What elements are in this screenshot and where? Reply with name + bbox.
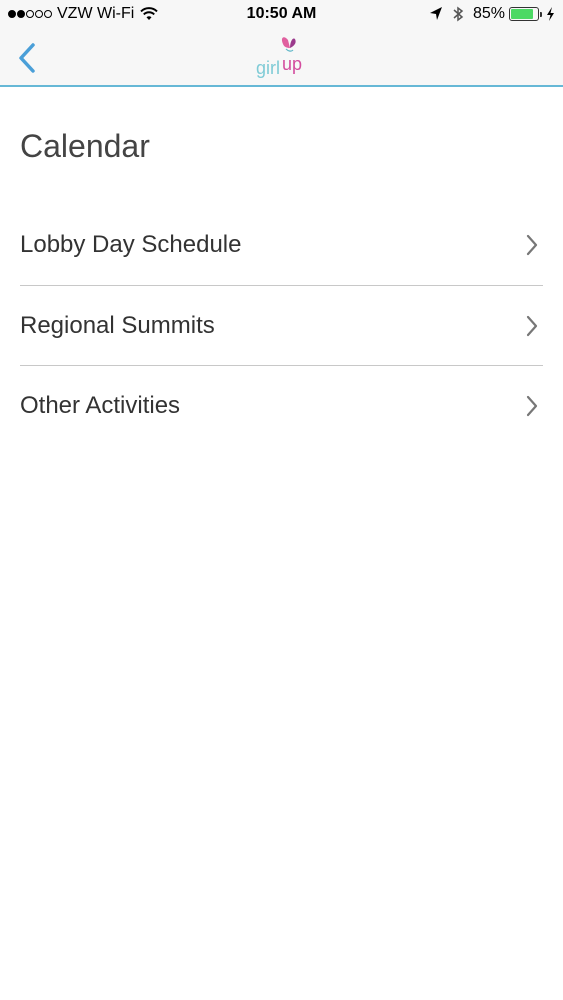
status-left: VZW Wi-Fi xyxy=(8,5,159,23)
signal-dot xyxy=(17,10,25,18)
wifi-icon xyxy=(140,7,159,20)
page-title: Calendar xyxy=(20,128,150,164)
chevron-right-icon xyxy=(526,315,538,336)
butterfly-wing-left xyxy=(281,37,290,48)
chevron-right-icon xyxy=(526,395,538,416)
navigation-bar: girl up xyxy=(0,30,563,87)
signal-strength-icon xyxy=(8,10,53,18)
chevron-left-icon xyxy=(19,43,35,73)
back-button[interactable] xyxy=(12,42,42,74)
status-bar: VZW Wi-Fi 10:50 AM 85% xyxy=(0,0,563,30)
menu-item-label: Other Activities xyxy=(20,391,181,419)
logo-text-up: up xyxy=(282,54,302,74)
butterfly-wing-right xyxy=(290,38,296,48)
menu-item-regional-summits[interactable]: Regional Summits xyxy=(20,285,543,365)
signal-dot xyxy=(35,10,43,18)
bluetooth-icon xyxy=(453,6,464,22)
logo-text-girl: girl xyxy=(256,58,280,78)
chevron-right-icon xyxy=(526,234,538,256)
battery-fill xyxy=(511,9,534,19)
app-screen: VZW Wi-Fi 10:50 AM 85% girl up Calendar … xyxy=(0,0,563,1000)
signal-dot xyxy=(8,10,16,18)
carrier-label: VZW Wi-Fi xyxy=(57,5,135,22)
battery-percent: 85% xyxy=(472,5,505,22)
charging-bolt-icon xyxy=(547,7,554,21)
calendar-menu-list: Lobby Day Schedule Regional Summits Othe… xyxy=(20,205,543,445)
location-arrow-icon xyxy=(429,7,442,20)
menu-item-other-activities[interactable]: Other Activities xyxy=(20,365,543,445)
battery-icon xyxy=(509,7,542,21)
girl-up-logo: girl up xyxy=(256,37,302,78)
status-right: 85% xyxy=(429,5,555,23)
signal-dot xyxy=(44,10,52,18)
menu-item-lobby-day-schedule[interactable]: Lobby Day Schedule xyxy=(20,205,543,285)
signal-dot xyxy=(26,10,34,18)
menu-item-label: Lobby Day Schedule xyxy=(20,231,242,258)
battery-tip xyxy=(540,12,542,17)
menu-item-label: Regional Summits xyxy=(20,311,215,339)
